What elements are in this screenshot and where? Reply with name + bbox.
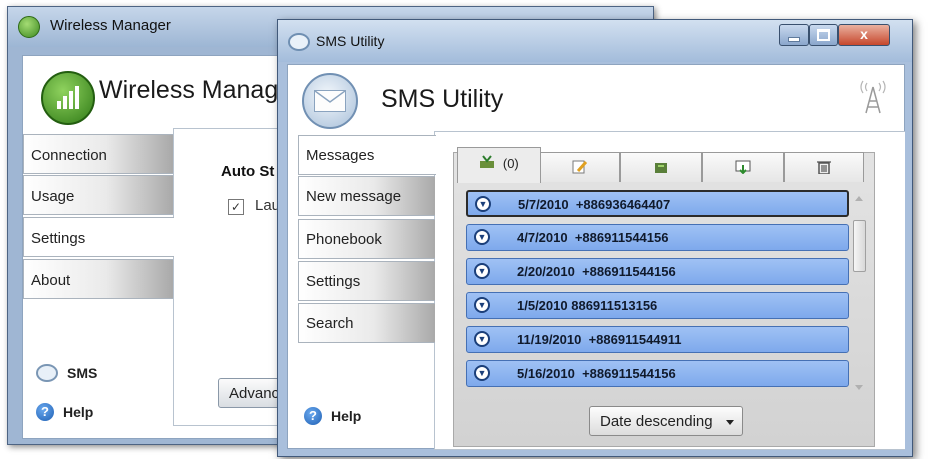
message-summary: 5/7/2010 +886936464407: [518, 197, 671, 212]
wm-nav-connection[interactable]: Connection: [23, 134, 173, 174]
compose-icon: [572, 160, 588, 174]
inbox-icon: [480, 155, 495, 168]
maximize-icon: [817, 29, 830, 41]
message-item[interactable]: ▼ 4/7/2010 +886911544156: [466, 224, 849, 251]
expand-chevron-icon[interactable]: ▼: [474, 331, 490, 347]
sort-order-select[interactable]: Date descending: [589, 406, 743, 436]
wm-nav-usage[interactable]: Usage: [23, 175, 173, 215]
signal-tower-icon: [860, 80, 886, 114]
sms-nav-search[interactable]: Search: [298, 303, 435, 343]
sms-nav-label: Search: [306, 315, 354, 332]
sms-help-link-label: Help: [331, 408, 362, 424]
draft-icon: [735, 160, 751, 174]
chevron-down-icon: [726, 420, 734, 425]
maximize-button[interactable]: [809, 24, 838, 46]
wireless-signal-logo-icon: [41, 71, 95, 125]
tab-trash[interactable]: [784, 152, 864, 182]
message-summary: 4/7/2010 +886911544156: [517, 230, 669, 245]
sms-nav-settings[interactable]: Settings: [298, 261, 435, 301]
tab-sent[interactable]: [620, 152, 702, 182]
sms-client: SMS Utility Messages New message Phonebo…: [287, 64, 905, 450]
expand-chevron-icon[interactable]: ▼: [474, 229, 490, 245]
message-item[interactable]: ▼ 1/5/2010 886911513156: [466, 292, 849, 319]
expand-chevron-icon[interactable]: ▼: [475, 196, 491, 212]
wm-nav-label: Usage: [31, 188, 75, 205]
message-summary: 2/20/2010 +886911544156: [517, 264, 676, 279]
minimize-button[interactable]: [779, 24, 809, 46]
expand-chevron-icon[interactable]: ▼: [474, 365, 490, 381]
message-list[interactable]: ▼ 5/7/2010 +886936464407 ▼ 4/7/2010 +886…: [466, 190, 849, 396]
wm-sms-link-label: SMS: [67, 365, 98, 381]
help-icon: ?: [36, 403, 54, 421]
sms-nav-messages[interactable]: Messages: [298, 135, 436, 175]
sms-utility-icon: [288, 33, 310, 51]
sms-nav-label: Messages: [306, 147, 375, 164]
scroll-down-icon[interactable]: [855, 385, 863, 390]
tab-drafts[interactable]: [702, 152, 784, 182]
minimize-icon: [788, 37, 800, 42]
wm-nav-settings[interactable]: Settings: [23, 217, 174, 257]
sms-utility-window: SMS Utility x SMS Utility Messages New m…: [277, 19, 913, 457]
tab-compose[interactable]: [540, 152, 620, 182]
wm-nav-about[interactable]: About: [23, 259, 173, 299]
wm-window-title: Wireless Manager: [50, 17, 171, 34]
sent-icon: [655, 163, 667, 173]
sms-nav-label: New message: [306, 188, 402, 205]
sms-nav-new-message[interactable]: New message: [298, 176, 435, 216]
wm-help-link[interactable]: ? Help: [36, 403, 93, 421]
wm-help-link-label: Help: [63, 404, 94, 420]
tab-inbox[interactable]: (0): [457, 147, 541, 183]
close-button[interactable]: x: [838, 24, 890, 46]
scroll-up-icon[interactable]: [855, 196, 863, 201]
sms-header-title: SMS Utility: [381, 85, 504, 113]
message-item[interactable]: ▼ 5/16/2010 +886911544156: [466, 360, 849, 387]
sort-selected-value: Date descending: [600, 413, 713, 430]
message-item[interactable]: ▼ 2/20/2010 +886911544156: [466, 258, 849, 285]
wm-header-title: Wireless Manag: [99, 76, 279, 104]
sms-nav-label: Phonebook: [306, 231, 382, 248]
wm-sms-link[interactable]: SMS: [36, 364, 97, 382]
wm-nav-label: Settings: [31, 230, 86, 247]
wm-auto-start-heading: Auto St: [221, 163, 275, 180]
sms-nav-phonebook[interactable]: Phonebook: [298, 219, 435, 259]
sms-window-title: SMS Utility: [316, 33, 385, 49]
wireless-manager-icon: [18, 16, 40, 38]
message-summary: 1/5/2010 886911513156: [517, 298, 658, 313]
sms-nav-label: Settings: [306, 273, 361, 290]
sms-help-link[interactable]: ? Help: [304, 407, 361, 425]
message-list-scrollbar[interactable]: [852, 190, 866, 396]
expand-chevron-icon[interactable]: ▼: [474, 297, 490, 313]
wm-nav-label: Connection: [31, 147, 107, 164]
help-icon: ?: [304, 407, 322, 425]
sms-bubble-icon: [36, 364, 58, 382]
scrollbar-thumb[interactable]: [853, 220, 866, 272]
sms-envelope-logo-icon: [302, 73, 358, 129]
expand-chevron-icon[interactable]: ▼: [474, 263, 490, 279]
message-summary: 11/19/2010 +886911544911: [517, 332, 682, 347]
wm-launch-checkbox[interactable]: ✓: [228, 199, 244, 215]
message-summary: 5/16/2010 +886911544156: [517, 366, 676, 381]
messages-area: (0) ▼ 5/7/2010 +886936464407 ▼ 4/7/2010 …: [453, 147, 875, 447]
sms-title-bar[interactable]: SMS Utility x: [278, 20, 912, 62]
message-item[interactable]: ▼ 11/19/2010 +886911544911: [466, 326, 849, 353]
trash-icon: [817, 161, 831, 174]
message-item[interactable]: ▼ 5/7/2010 +886936464407: [466, 190, 849, 217]
wm-nav-label: About: [31, 272, 71, 289]
inbox-count: (0): [502, 156, 519, 171]
close-icon: x: [860, 26, 868, 42]
